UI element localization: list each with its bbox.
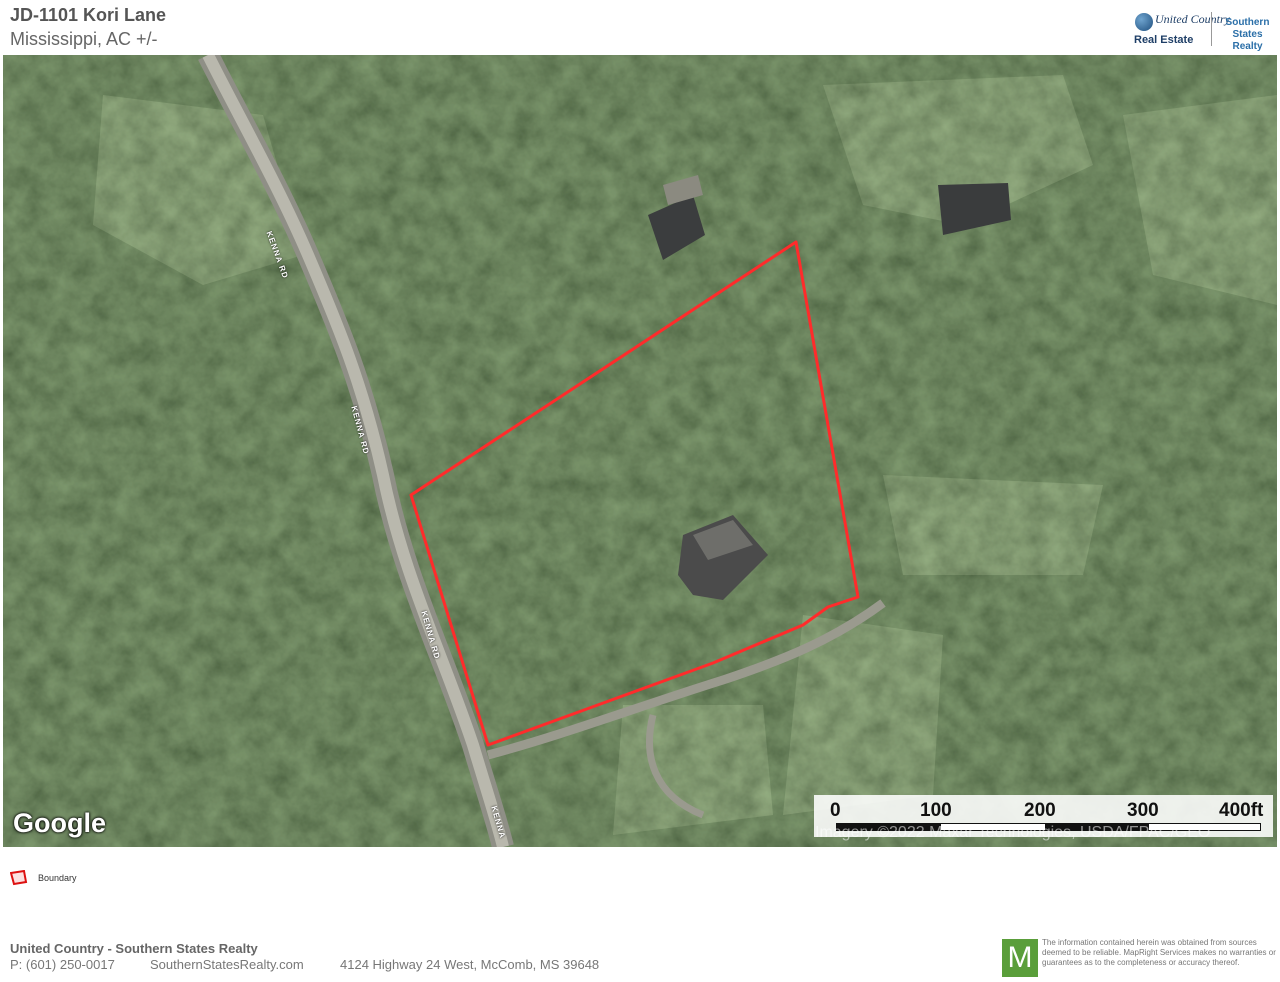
mapright-logo: M — [1002, 939, 1038, 977]
scale-label-400ft: 400ft — [1219, 800, 1264, 821]
logo-southern-states-text: Southern States Realty — [1217, 17, 1278, 53]
logo-southern-word: Southern — [1225, 17, 1270, 28]
map-subtitle: Mississippi, AC +/- — [10, 29, 158, 49]
scale-label-100: 100 — [920, 800, 952, 821]
footer-company: United Country - Southern States Realty — [10, 941, 258, 956]
satellite-map[interactable]: KENNA RD KENNA RD KENNA RD KENNA Google … — [3, 55, 1277, 847]
logo-real-estate-text: Real Estate — [1134, 34, 1194, 46]
disclaimer-text: The information contained herein was obt… — [1042, 938, 1276, 967]
map-title: JD-1101 Kori Lane — [10, 5, 167, 25]
imagery-attribution: Imagery ©2022 Maxar Technologies, USDA/F… — [815, 824, 1211, 841]
scale-label-0: 0 — [830, 800, 841, 821]
tree-canopy — [3, 55, 1277, 847]
footer-phone[interactable]: P: (601) 250-0017 — [10, 957, 115, 972]
united-country-logo: United Country Real Estate Southern Stat… — [1133, 10, 1278, 53]
google-logo: Google — [13, 808, 106, 838]
footer-address: 4124 Highway 24 West, McComb, MS 39648 — [340, 957, 600, 972]
logo-divider — [1211, 12, 1212, 46]
satellite-imagery — [3, 55, 1277, 847]
scale-label-200: 200 — [1024, 800, 1056, 821]
logo-states-realty-words: States Realty — [1232, 29, 1263, 52]
boundary-polygon-icon — [10, 870, 28, 886]
globe-icon — [1135, 13, 1153, 31]
footer-website[interactable]: SouthernStatesRealty.com — [150, 957, 304, 972]
scale-label-300: 300 — [1127, 800, 1159, 821]
legend-boundary-label: Boundary — [38, 873, 77, 883]
